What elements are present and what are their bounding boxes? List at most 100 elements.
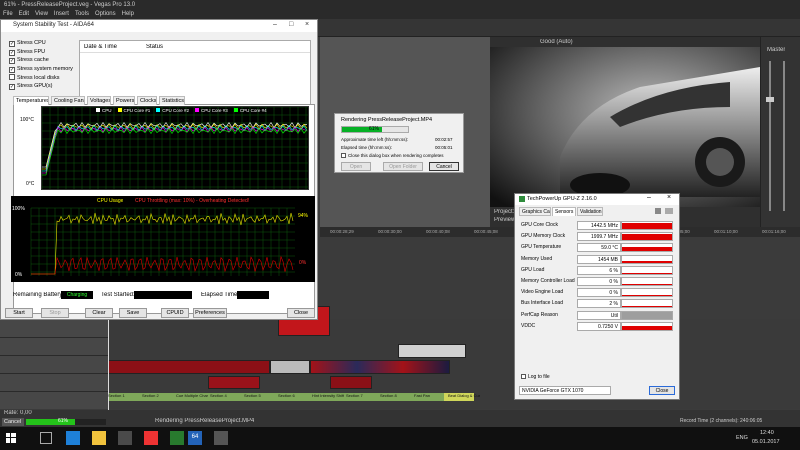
timeline-marker[interactable]: Section 8 — [380, 393, 412, 398]
sensor-graph — [621, 321, 673, 331]
sensor-row: GPU Memory Clock 1999.7 MHz — [521, 232, 673, 242]
timeline-marker[interactable]: Section 7 — [346, 393, 378, 398]
minimize-icon[interactable]: – — [273, 21, 277, 28]
clear-button[interactable]: Clear — [85, 308, 113, 318]
gpuz-tab-graphics-card[interactable]: Graphics Card — [519, 207, 551, 216]
close-icon[interactable]: × — [305, 21, 309, 28]
stress-check-4[interactable]: Stress local disks — [9, 74, 60, 81]
tab-powers[interactable]: Powers — [113, 96, 135, 105]
checkbox-icon[interactable]: ✓ — [9, 49, 15, 56]
stress-check-2[interactable]: ✓ Stress cache — [9, 57, 49, 64]
timeline-marker[interactable]: Hint Intensity Shift — [312, 393, 344, 398]
menu-item-file[interactable]: File — [3, 11, 13, 17]
video-clip[interactable] — [208, 376, 260, 389]
tab-cooling-fans[interactable]: Cooling Fans — [51, 96, 85, 105]
render-dialog: Rendering PressReleaseProject.MP4 61% Ap… — [334, 113, 464, 173]
usage-title: CPU Usage — [97, 198, 124, 204]
gpuz-tab-sensors[interactable]: Sensors — [552, 207, 576, 216]
start-icon[interactable] — [6, 433, 16, 443]
menu-icon[interactable] — [665, 208, 673, 214]
timeline-marker[interactable]: Section 1 — [108, 393, 140, 398]
menu-item-options[interactable]: Options — [95, 11, 116, 17]
open-folder-button[interactable]: Open Folder — [383, 162, 423, 171]
menu-item-tools[interactable]: Tools — [75, 11, 89, 17]
timeline-marker[interactable]: Section 2 — [142, 393, 174, 398]
cpu-usage-chart: CPU Usage CPU Throttling (max: 10%) - Ove… — [11, 196, 315, 282]
log-to-file-checkbox[interactable] — [521, 374, 526, 379]
master-fader-handle[interactable] — [766, 97, 774, 102]
maximize-icon[interactable]: □ — [289, 21, 293, 28]
timeline-marker[interactable]: Section 4 — [210, 393, 242, 398]
sensor-value: 1442.5 MHz — [577, 221, 621, 230]
sensor-graph-fill — [622, 234, 672, 241]
edge-icon[interactable] — [66, 431, 80, 445]
menu-item-view[interactable]: View — [35, 11, 48, 17]
tab-statistics[interactable]: Statistics — [159, 96, 185, 105]
gpuz-close-button[interactable]: Close — [649, 386, 675, 395]
log-header-date: Date & Time — [84, 44, 118, 50]
screenshot-icon[interactable] — [655, 208, 661, 214]
video-clip[interactable] — [310, 360, 450, 374]
audio-clip[interactable] — [398, 344, 466, 358]
checkbox-icon[interactable] — [9, 74, 15, 80]
sensor-graph-fill — [622, 247, 672, 252]
timeline-marker[interactable]: Fast Pan — [414, 393, 446, 398]
start-button[interactable]: Start — [5, 308, 33, 318]
stress-check-1[interactable]: ✓ Stress FPU — [9, 49, 45, 56]
preview-quality[interactable]: Good (Auto) — [540, 39, 573, 45]
cpuid-button[interactable]: CPUID — [161, 308, 189, 318]
temp-axis-top: 100°C — [20, 117, 34, 123]
checkbox-icon[interactable]: ✓ — [9, 41, 15, 47]
stop-button[interactable]: Stop — [41, 308, 69, 318]
stress-check-3[interactable]: ✓ Stress system memory — [9, 66, 73, 73]
close-button[interactable]: Close — [287, 308, 315, 318]
checkbox-icon[interactable]: ✓ — [9, 83, 15, 90]
store-icon[interactable] — [118, 431, 132, 445]
menu-item-insert[interactable]: Insert — [54, 11, 69, 17]
aida64-taskbar-icon[interactable]: 64 — [188, 431, 202, 445]
audio-clip[interactable] — [270, 360, 310, 374]
close-icon[interactable]: × — [667, 194, 671, 201]
usage-current: 94% — [298, 213, 309, 219]
gpu-select[interactable]: NVIDIA GeForce GTX 1070 — [519, 386, 611, 395]
clock-date[interactable]: 05.01.2017 — [752, 439, 780, 445]
stress-check-5[interactable]: ✓ Stress GPU(s) — [9, 83, 52, 90]
sensor-graph-fill — [622, 272, 672, 274]
open-button[interactable]: Open — [341, 162, 371, 171]
app-taskbar-icon[interactable] — [214, 431, 228, 445]
master-fader-track-r[interactable] — [783, 61, 785, 211]
menu-item-edit[interactable]: Edit — [19, 11, 29, 17]
checkbox-icon[interactable]: ✓ — [9, 58, 15, 64]
usage-axis-bottom: 0% — [15, 272, 23, 278]
timeline-marker[interactable]: Section 6 — [278, 393, 310, 398]
task-view-icon[interactable] — [40, 432, 52, 444]
timeline-marker[interactable]: Beat Dialog & Cue — [448, 393, 480, 398]
explorer-icon[interactable] — [92, 431, 106, 445]
gpuz-taskbar-icon[interactable] — [170, 431, 184, 445]
stress-check-0[interactable]: ✓ Stress CPU — [9, 40, 46, 47]
language-indicator[interactable]: ENG — [736, 435, 748, 441]
timeline-marker[interactable]: Section 5 — [244, 393, 276, 398]
cancel-button[interactable]: Cancel — [429, 162, 459, 171]
checkbox-icon[interactable]: ✓ — [9, 66, 15, 73]
legend-swatch — [96, 108, 100, 112]
clock-time[interactable]: 12:40 — [760, 430, 774, 436]
cancel-render-button[interactable]: Cancel — [2, 418, 24, 426]
vegas-menu-bar: File Edit View Insert Tools Options Help — [0, 10, 800, 19]
tab-clocks[interactable]: Clocks — [137, 96, 157, 105]
tab-temperatures[interactable]: Temperatures — [13, 96, 49, 105]
master-fader-track[interactable] — [769, 61, 771, 211]
menu-item-help[interactable]: Help — [122, 11, 134, 17]
minimize-icon[interactable]: – — [647, 194, 651, 201]
vegas-taskbar-icon[interactable] — [144, 431, 158, 445]
video-clip[interactable] — [330, 376, 372, 389]
tab-voltages[interactable]: Voltages — [87, 96, 111, 105]
save-button[interactable]: Save — [119, 308, 147, 318]
timeline-marker[interactable]: Cue Multiple Char — [176, 393, 208, 398]
preferences-button[interactable]: Preferences — [193, 308, 227, 318]
temperature-chart: CPU CPU Core #1 CPU Core #2 CPU Core #3 CPU … — [20, 106, 309, 190]
gpuz-tab-validation[interactable]: Validation — [577, 207, 603, 216]
close-when-done-checkbox[interactable] — [341, 153, 346, 158]
ruler-tick-label: 00:00:30;00 — [378, 229, 402, 234]
video-clip[interactable] — [108, 360, 270, 374]
